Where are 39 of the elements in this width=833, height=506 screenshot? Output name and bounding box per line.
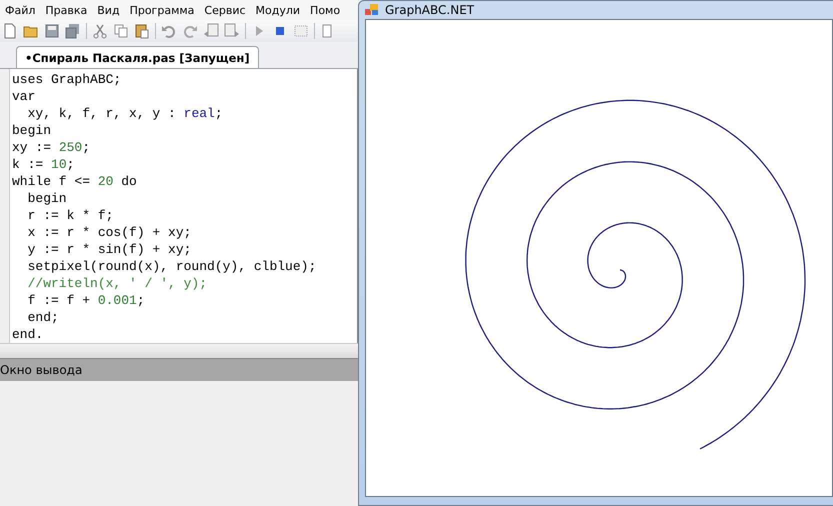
document-left-icon[interactable]	[203, 23, 219, 39]
output-panel-label[interactable]: Окно вывода	[0, 363, 82, 377]
file-tab[interactable]: •Спираль Паскаля.pas [Запущен]	[16, 46, 259, 68]
code-line: //writeln(x, ' / ', y);	[26, 275, 208, 292]
code-line: while f <= 20 do	[12, 173, 138, 190]
code-line: k := 10;	[12, 156, 76, 173]
code-line: xy, k, f, r, x, y : real;	[26, 105, 224, 122]
paste-icon[interactable]	[134, 23, 150, 39]
copy-icon[interactable]	[113, 23, 129, 39]
save-icon[interactable]	[44, 23, 60, 39]
menu-item[interactable]: Программа	[124, 4, 200, 16]
document-right-icon[interactable]	[224, 23, 240, 39]
menu-item[interactable]: Сервис	[199, 4, 251, 16]
code-line: begin	[12, 122, 52, 139]
menu-item[interactable]: Помо	[305, 4, 346, 16]
menu-item[interactable]: Модули	[250, 4, 306, 16]
horizontal-scrollbar[interactable]	[0, 343, 358, 358]
grid-icon[interactable]	[293, 23, 309, 39]
code-line: f := f + 0.001;	[26, 292, 146, 309]
app-window-icon	[365, 4, 379, 16]
code-line: y := r * sin(f) + xy;	[26, 241, 192, 258]
code-line: setpixel(round(x), round(y), clblue);	[26, 258, 316, 275]
redo-icon[interactable]	[182, 23, 198, 39]
code-line: begin	[26, 190, 68, 207]
code-line: r := k * f;	[26, 207, 114, 224]
code-line: end;	[26, 309, 60, 326]
code-line: var	[12, 88, 36, 105]
save-all-icon[interactable]	[65, 23, 81, 39]
new-file-icon[interactable]	[2, 23, 18, 39]
menu-item[interactable]: Вид	[92, 4, 125, 16]
code-line: x := r * cos(f) + xy;	[26, 224, 192, 241]
cut-icon[interactable]	[92, 23, 108, 39]
code-line: end.	[12, 326, 44, 343]
undo-icon[interactable]	[161, 23, 177, 39]
code-line: uses GraphABC;	[12, 71, 122, 88]
menu-item[interactable]: Правка	[40, 4, 92, 16]
menu-item[interactable]: Файл	[0, 4, 40, 16]
code-line: xy := 250;	[12, 139, 92, 156]
window-title: GraphABC.NET	[385, 3, 474, 17]
